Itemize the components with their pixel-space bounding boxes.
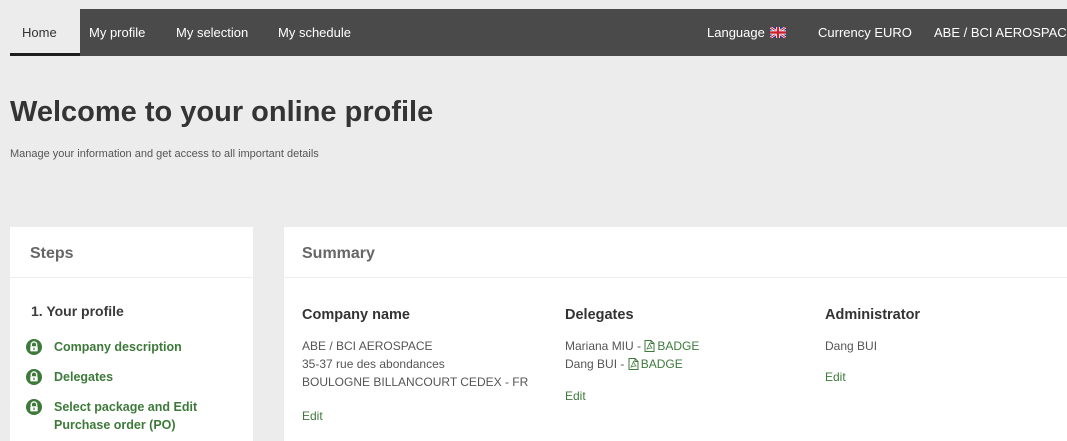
nav-currency[interactable]: Currency EURO xyxy=(818,9,912,56)
step-label: Company description xyxy=(54,340,182,354)
steps-section-heading: 1. Your profile xyxy=(31,303,124,319)
step-company-description[interactable]: Company description xyxy=(26,339,182,356)
nav-language[interactable]: Language xyxy=(707,9,787,56)
step-select-package[interactable]: Select package and Edit Purchase order (… xyxy=(26,399,226,434)
summary-divider xyxy=(284,277,1067,278)
badge-label: BADGE xyxy=(640,357,683,371)
nav-company-account[interactable]: ABE / BCI AEROSPACE C xyxy=(934,9,1067,56)
edit-company-link[interactable]: Edit xyxy=(302,409,323,423)
page-subtitle: Manage your information and get access t… xyxy=(10,148,319,160)
company-city-line: BOULOGNE BILLANCOURT CEDEX - FR xyxy=(302,375,529,389)
summary-panel: Summary Company name ABE / BCI AEROSPACE… xyxy=(284,227,1067,441)
nav-my-selection[interactable]: My selection xyxy=(176,9,248,56)
nav-my-schedule[interactable]: My schedule xyxy=(278,9,351,56)
language-label: Language xyxy=(707,25,765,40)
badge-link[interactable]: BADGE xyxy=(628,357,683,371)
steps-panel: Steps 1. Your profile Company descriptio… xyxy=(10,227,253,441)
nav-my-profile[interactable]: My profile xyxy=(89,9,145,56)
page-title: Welcome to your online profile xyxy=(10,96,434,128)
administrator-heading: Administrator xyxy=(825,307,921,323)
company-address-line: 35-37 rue des abondances xyxy=(302,357,445,371)
steps-divider xyxy=(10,277,253,278)
pdf-file-icon xyxy=(644,340,655,352)
top-nav-bar: Home My profile My selection My schedule… xyxy=(10,9,1067,56)
badge-link[interactable]: BADGE xyxy=(644,339,699,353)
steps-title: Steps xyxy=(30,245,74,262)
delegate-name: Mariana MIU - xyxy=(565,339,645,353)
lock-open-icon xyxy=(26,339,42,355)
company-name-heading: Company name xyxy=(302,307,410,323)
step-label: Select package and Edit Purchase order (… xyxy=(54,400,198,432)
delegate-name: Dang BUI - xyxy=(565,357,628,371)
uk-flag-icon xyxy=(770,27,787,38)
edit-delegates-link[interactable]: Edit xyxy=(565,389,586,403)
step-label: Delegates xyxy=(54,370,114,384)
administrator-name: Dang BUI xyxy=(825,339,878,353)
step-delegates[interactable]: Delegates xyxy=(26,369,113,386)
pdf-file-icon xyxy=(628,358,639,370)
badge-label: BADGE xyxy=(657,339,700,353)
company-name-value: ABE / BCI AEROSPACE xyxy=(302,339,433,353)
nav-home[interactable]: Home xyxy=(10,9,80,56)
edit-administrator-link[interactable]: Edit xyxy=(825,370,846,384)
lock-open-icon xyxy=(26,369,42,385)
delegate-row: Mariana MIU - BADGE xyxy=(565,339,699,353)
summary-title: Summary xyxy=(302,245,375,262)
delegate-row: Dang BUI - BADGE xyxy=(565,357,683,371)
lock-open-icon xyxy=(26,399,42,415)
delegates-heading: Delegates xyxy=(565,307,634,323)
